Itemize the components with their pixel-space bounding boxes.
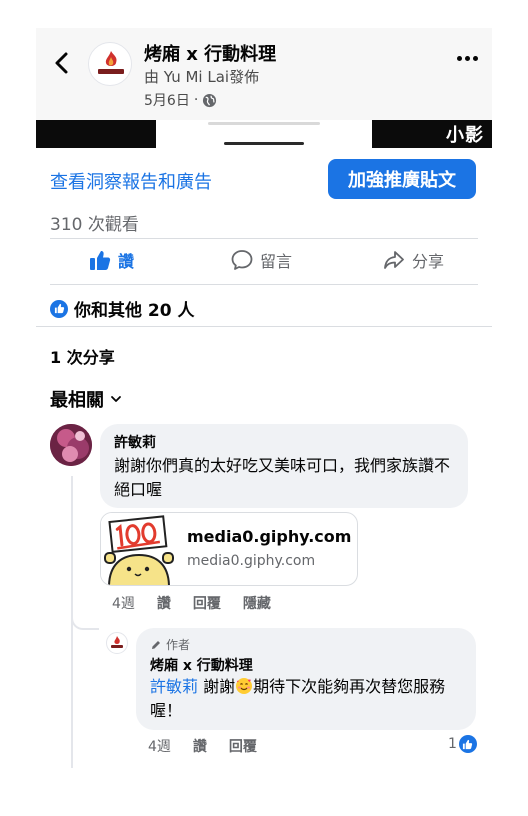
link-title: media0.giphy.com: [187, 527, 352, 546]
post-meta: 5月6日 ·: [144, 90, 217, 110]
reply-text-before: 謝謝: [203, 677, 236, 696]
globe-icon: [202, 93, 217, 108]
divider: [36, 326, 492, 327]
share-button[interactable]: 分享: [382, 248, 444, 272]
profile-photo-icon: [50, 424, 92, 466]
share-count[interactable]: 1 次分享: [50, 344, 115, 368]
media-bar: [224, 142, 304, 145]
post-screen: 烤廂 x 行動料理 由 Yu Mi Lai發佈 5月6日 · 小影 查看洞察報告…: [36, 28, 492, 768]
comment-hide-button[interactable]: 隱藏: [243, 593, 271, 613]
gif-link-card[interactable]: media0.giphy.com media0.giphy.com: [100, 512, 358, 586]
comment-button[interactable]: 留言: [230, 248, 292, 272]
reply-like-number: 1: [448, 736, 457, 752]
sticker-100-icon: [101, 513, 177, 585]
page-avatar[interactable]: [88, 42, 132, 86]
more-options-button[interactable]: [457, 56, 478, 61]
reply-time: 4週: [148, 739, 171, 755]
meta-separator: ·: [193, 92, 199, 108]
divider: [50, 238, 478, 239]
dot-icon: [457, 56, 462, 61]
reply-connector: [71, 608, 99, 630]
post-date[interactable]: 5月6日: [144, 90, 190, 110]
post-media[interactable]: 小影: [36, 120, 492, 148]
action-bar: 讚 留言 分享: [36, 240, 492, 284]
comment-meta: 4週 讚 回覆 隱藏: [112, 593, 271, 613]
reply-like-count[interactable]: 1: [448, 735, 477, 753]
media-bar: [208, 122, 320, 125]
reply-reply-button[interactable]: 回覆: [229, 736, 257, 756]
gif-thumbnail: [101, 513, 177, 585]
like-reaction-icon: [50, 299, 68, 318]
media-watermark: 小影: [446, 125, 484, 146]
smiling-face-with-hearts-icon: [235, 677, 253, 695]
like-label: 讚: [118, 252, 135, 271]
reply-meta: 4週 讚 回覆: [148, 736, 257, 756]
comment-label: 留言: [260, 252, 293, 271]
comment-bubble: 許敏莉 謝謝你們真的太好吃又美味可口，我們家族讚不絕口喔: [100, 424, 468, 508]
view-insights-link[interactable]: 查看洞察報告和廣告: [50, 168, 212, 194]
page-name[interactable]: 烤廂 x 行動料理: [144, 40, 276, 66]
link-domain: media0.giphy.com: [187, 553, 316, 569]
chevron-down-icon: [111, 396, 121, 402]
commenter-avatar[interactable]: [50, 424, 92, 466]
comment-author[interactable]: 許敏莉: [114, 432, 454, 452]
reply-author-avatar[interactable]: [106, 632, 128, 654]
comment-like-button[interactable]: 讚: [157, 593, 171, 613]
author-tag-label: 作者: [166, 638, 191, 652]
divider: [50, 284, 478, 285]
comment-text: 謝謝你們真的太好吃又美味可口，我們家族讚不絕口喔: [114, 456, 451, 499]
share-label: 分享: [412, 252, 445, 271]
comment-icon: [231, 250, 253, 270]
post-header: 烤廂 x 行動料理 由 Yu Mi Lai發佈 5月6日 ·: [36, 28, 492, 120]
back-button[interactable]: [50, 50, 74, 76]
reply-text: 許敏莉 謝謝 期待下次能夠再次替您服務喔！: [150, 675, 462, 723]
chevron-left-icon: [55, 52, 68, 74]
reaction-summary[interactable]: 你和其他 20 人: [50, 296, 195, 321]
boost-post-button[interactable]: 加強推廣貼文: [328, 159, 476, 199]
posted-by: 由 Yu Mi Lai發佈: [144, 68, 260, 86]
reaction-text: 你和其他 20 人: [74, 301, 195, 321]
view-count: 310 次觀看: [50, 215, 139, 235]
thumbs-up-icon: [90, 251, 111, 270]
comment-time: 4週: [112, 596, 135, 612]
media-dark-left: [36, 120, 156, 148]
page-logo-icon: [111, 636, 123, 648]
author-badge: 作者: [150, 636, 462, 653]
reply-like-button[interactable]: 讚: [193, 736, 207, 756]
dot-icon: [465, 56, 470, 61]
page-logo-icon: [98, 51, 124, 74]
sort-label: 最相關: [50, 390, 104, 411]
pencil-icon: [152, 640, 160, 649]
like-reaction-icon: [458, 735, 477, 753]
reply-bubble: 作者 烤廂 x 行動料理 許敏莉 謝謝 期待下次能夠再次替您服務喔！: [136, 628, 476, 730]
dot-icon: [473, 56, 478, 61]
reply-author[interactable]: 烤廂 x 行動料理: [150, 655, 462, 675]
mention-link[interactable]: 許敏莉: [150, 677, 198, 696]
comment-reply-button[interactable]: 回覆: [193, 593, 221, 613]
like-button[interactable]: 讚: [88, 248, 134, 272]
comment-sort-dropdown[interactable]: 最相關: [50, 386, 122, 412]
share-icon: [384, 251, 404, 269]
